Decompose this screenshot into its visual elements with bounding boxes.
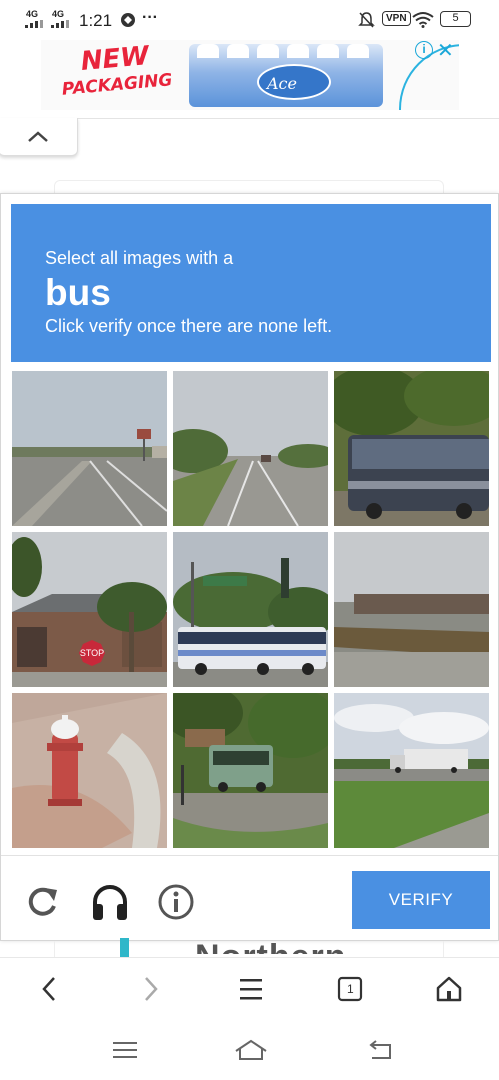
system-back-icon[interactable]: [366, 1037, 396, 1063]
captcha-instruction: Click verify once there are none left.: [45, 316, 333, 336]
chevron-up-icon: [28, 131, 48, 142]
system-home-icon[interactable]: [234, 1037, 268, 1063]
headphones-icon: [93, 885, 127, 920]
captcha-tile-5[interactable]: [173, 532, 328, 687]
system-nav-bar: [0, 1019, 499, 1080]
captcha-tile-4[interactable]: STOP: [12, 532, 167, 687]
info-icon: [158, 884, 194, 920]
captcha-tile-2[interactable]: [173, 371, 328, 526]
home-icon[interactable]: [434, 974, 464, 1004]
forward-arrow-icon[interactable]: [136, 974, 166, 1004]
captcha-target-word: bus: [45, 272, 111, 313]
browser-nav-bar: 1: [0, 957, 499, 1019]
ad-banner[interactable]: NEW PACKAGING Ace: [41, 40, 459, 110]
recents-icon[interactable]: [110, 1037, 140, 1063]
page-accent-bar: [120, 938, 129, 957]
status-bar: 4G 4G 1:21 ··· VPN 5: [0, 0, 499, 40]
info-button[interactable]: [156, 882, 196, 922]
collapse-ad-button[interactable]: [0, 118, 78, 156]
signal-indicator-2: 4G: [52, 9, 65, 19]
ad-headline: NEW PACKAGING: [49, 40, 183, 103]
mute-bell-icon: [358, 12, 375, 28]
signal-bars-icon: [25, 20, 43, 28]
tabs-button[interactable]: 1: [335, 974, 365, 1004]
captcha-footer-divider: [1, 855, 498, 856]
captcha-tile-6[interactable]: [334, 532, 489, 687]
ad-info-icon[interactable]: i: [415, 41, 433, 59]
captcha-tile-3[interactable]: [334, 371, 489, 526]
ad-close-icon[interactable]: ✕: [437, 38, 454, 63]
reload-button[interactable]: [23, 882, 63, 922]
stop-sign-text: STOP: [80, 648, 104, 658]
status-more: ···: [142, 9, 158, 26]
captcha-header: Select all images with a bus Click verif…: [11, 204, 491, 362]
ad-product-brand: Ace: [267, 74, 297, 93]
audio-challenge-button[interactable]: [90, 882, 130, 922]
captcha-prompt: Select all images with a: [45, 248, 234, 268]
captcha-tile-8[interactable]: [173, 693, 328, 848]
tab-count: 1: [347, 982, 354, 996]
vpn-badge: VPN: [382, 11, 411, 26]
signal-indicator-1: 4G: [26, 9, 39, 19]
captcha-dialog: Select all images with a bus Click verif…: [0, 193, 499, 941]
menu-icon[interactable]: [236, 974, 266, 1004]
verify-button[interactable]: VERIFY: [352, 871, 490, 929]
back-arrow-icon[interactable]: [36, 974, 66, 1004]
signal-bars-icon: [51, 20, 69, 28]
page-partial-heading: Northern: [195, 932, 347, 954]
status-time: 1:21: [79, 11, 113, 30]
battery-indicator: 5: [440, 11, 471, 27]
ad-product-image: Ace: [189, 44, 383, 107]
captcha-tile-1[interactable]: [12, 371, 167, 526]
captcha-tile-7[interactable]: [12, 693, 167, 848]
wifi-icon: [412, 12, 434, 28]
captcha-tile-9[interactable]: [334, 693, 489, 848]
reload-icon: [28, 887, 57, 916]
browser-shield-icon: [121, 13, 135, 27]
